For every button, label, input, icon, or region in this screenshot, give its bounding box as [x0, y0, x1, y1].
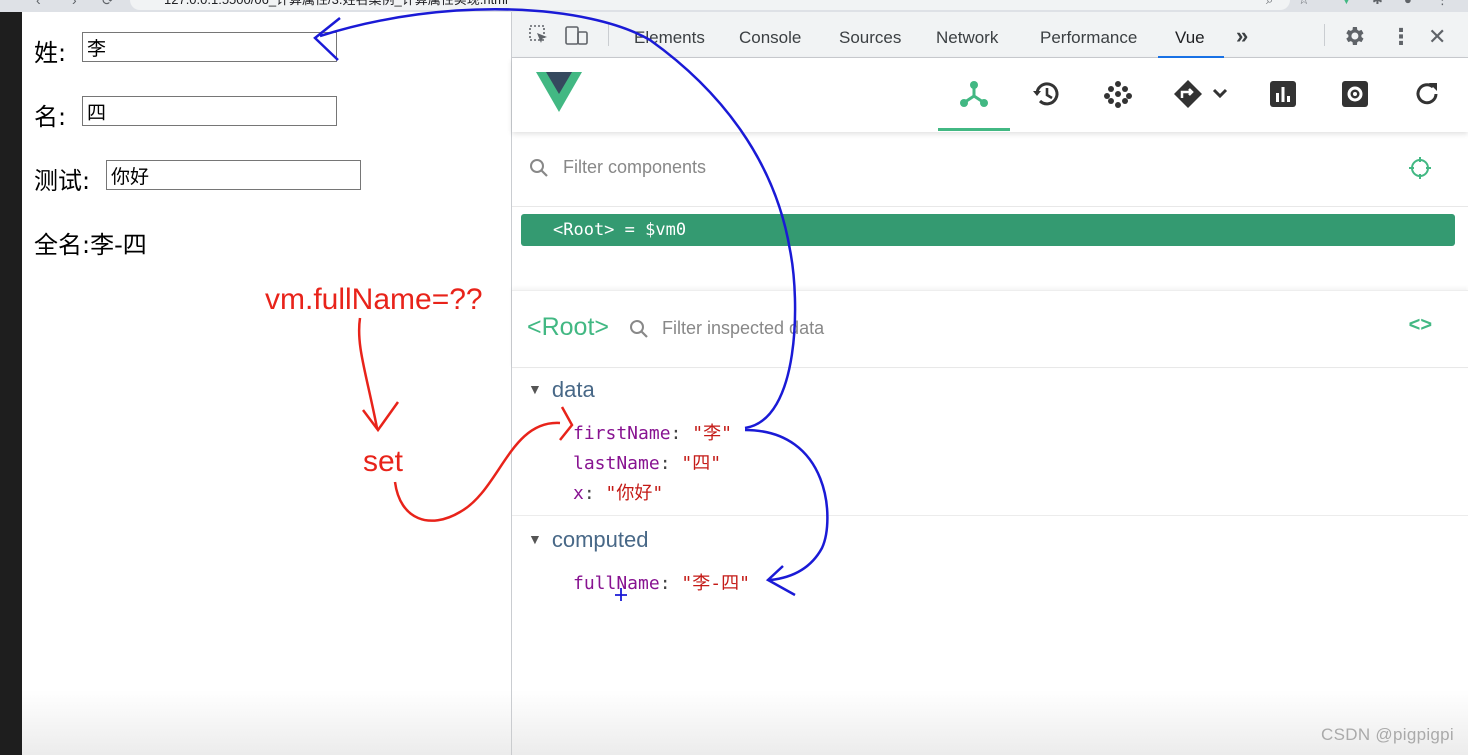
menu-icon[interactable]: ⋮ — [1436, 0, 1449, 8]
more-tabs-icon[interactable]: » — [1236, 23, 1248, 49]
inspect-element-icon[interactable] — [528, 24, 550, 52]
page-viewport: 姓: 名: 测试: 全名:李-四 — [22, 12, 511, 755]
filter-components-input[interactable]: Filter components — [563, 157, 706, 178]
fullname-display: 全名:李-四 — [34, 225, 147, 260]
collapse-triangle-icon[interactable]: ▼ — [528, 381, 542, 397]
lastname-label: 姓: — [34, 39, 67, 67]
vuex-icon[interactable] — [1082, 58, 1154, 130]
vue-devtools-toolbar — [512, 58, 1468, 132]
component-tree-root-node[interactable]: <Root> = $vm0 — [521, 214, 1455, 246]
filter-components-bar: Filter components — [512, 134, 1468, 207]
tab-performance[interactable]: Performance — [1040, 28, 1137, 48]
given-name-input[interactable] — [82, 96, 337, 126]
data-section-header[interactable]: ▼ data — [528, 377, 595, 403]
fullname-label: 全名: — [34, 231, 91, 259]
router-icon[interactable] — [1162, 58, 1242, 130]
toolbar-active-indicator — [938, 128, 1010, 131]
data-prop-row[interactable]: x: "你好" — [573, 479, 663, 505]
prop-key: firstName — [573, 423, 671, 444]
component-tree-icon[interactable] — [938, 58, 1010, 130]
prop-key: x — [573, 483, 584, 504]
close-icon[interactable]: ✕ — [1428, 24, 1446, 50]
select-component-icon[interactable] — [1408, 156, 1432, 185]
data-section-title: data — [551, 377, 595, 402]
profile-icon[interactable]: ● — [1404, 0, 1412, 7]
devtools-tabbar: Elements Console Sources Network Perform… — [512, 12, 1468, 58]
tab-console[interactable]: Console — [739, 28, 801, 48]
root-tag: <Root> — [553, 220, 615, 240]
filter-inspected-data-input[interactable]: Filter inspected data — [662, 318, 824, 339]
address-bar[interactable]: 127.0.0.1:5500/06_计算属性/3.姓名案例_计算属性实现.htm… — [130, 0, 1290, 10]
tab-separator — [1324, 24, 1325, 46]
search-icon[interactable]: ⌕ — [1266, 0, 1273, 8]
vue-extension-icon[interactable]: ▼ — [1340, 0, 1353, 7]
prop-value[interactable]: "李" — [692, 423, 732, 444]
performance-icon[interactable] — [1247, 58, 1319, 130]
data-prop-row[interactable]: lastName: "四" — [573, 449, 721, 475]
history-icon[interactable] — [1010, 58, 1082, 130]
computed-prop-row[interactable]: fullName: "李-四" — [573, 569, 750, 595]
back-icon[interactable]: ‹ — [36, 0, 41, 8]
forward-icon[interactable]: › — [72, 0, 77, 8]
vue-logo-icon — [536, 72, 582, 119]
root-assign: = $vm0 — [624, 220, 687, 240]
prop-key: lastName — [573, 453, 660, 474]
prop-value: "李-四" — [681, 573, 750, 594]
firstname-label: 名: — [34, 103, 67, 131]
surname-input[interactable] — [82, 32, 337, 62]
collapse-triangle-icon[interactable]: ▼ — [528, 531, 542, 547]
vertical-dots-icon[interactable]: ⋮ — [1390, 24, 1412, 50]
computed-section-title: computed — [551, 527, 649, 552]
test-label: 测试: — [34, 167, 91, 195]
bookmark-star-icon[interactable]: ☆ — [1298, 0, 1310, 8]
inspected-component-name: <Root> — [527, 313, 610, 341]
tab-network[interactable]: Network — [936, 28, 998, 48]
test-input[interactable] — [106, 160, 361, 190]
computed-section-header[interactable]: ▼ computed — [528, 527, 648, 553]
section-divider — [512, 515, 1468, 516]
tab-elements[interactable]: Elements — [634, 28, 705, 48]
tab-sources[interactable]: Sources — [839, 28, 901, 48]
gear-icon[interactable] — [1342, 24, 1366, 54]
prop-value[interactable]: "你好" — [606, 483, 664, 504]
settings-icon[interactable] — [1319, 58, 1391, 130]
code-icon[interactable]: <> — [1409, 314, 1432, 337]
device-toolbar-icon[interactable] — [565, 24, 589, 52]
inspector-header: <Root> Filter inspected data <> — [512, 290, 1468, 368]
devtools-panel: Elements Console Sources Network Perform… — [512, 12, 1468, 755]
refresh-icon[interactable] — [1391, 58, 1463, 130]
prop-value[interactable]: "四" — [681, 453, 721, 474]
tab-vue[interactable]: Vue — [1175, 28, 1205, 48]
search-icon — [629, 319, 649, 344]
browser-toolbar: ‹ › ⟳ 127.0.0.1:5500/06_计算属性/3.姓名案例_计算属性… — [0, 0, 1468, 12]
data-prop-row[interactable]: firstName: "李" — [573, 419, 732, 445]
reload-icon[interactable]: ⟳ — [102, 0, 114, 9]
extensions-icon[interactable]: ✱ — [1372, 0, 1383, 8]
tab-separator — [608, 24, 609, 46]
prop-key: fullName — [573, 573, 660, 594]
watermark: CSDN @pigpigpi — [1321, 725, 1454, 744]
search-icon — [529, 158, 549, 183]
fullname-value: 李-四 — [90, 231, 147, 259]
